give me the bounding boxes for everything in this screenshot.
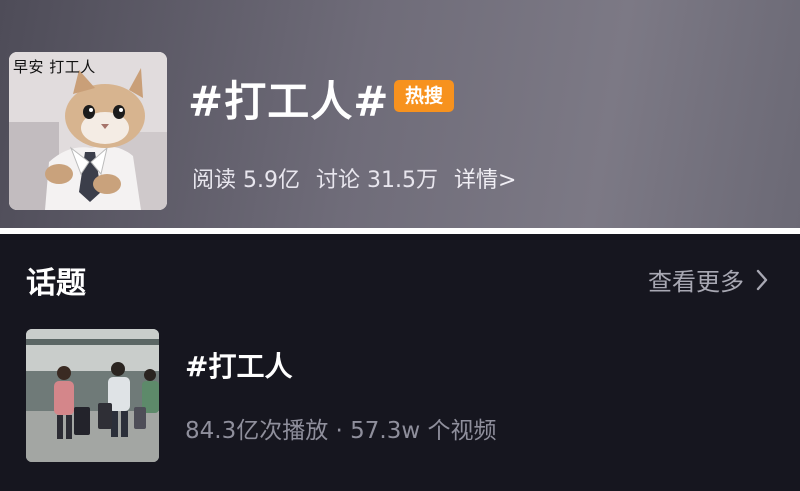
- station-photo-image: [26, 329, 159, 462]
- topic-item-meta: 84.3亿次播放 · 57.3w 个视频: [185, 418, 497, 444]
- topic-title: #打工人#: [188, 77, 390, 126]
- chevron-right-icon: [756, 269, 768, 291]
- read-count: 阅读 5.9亿: [192, 168, 300, 193]
- topic-header: 早安 打工人 #打工人# 热搜 阅读 5.9亿 讨论 31.5万 详情>: [0, 0, 800, 230]
- section-title: 话题: [26, 266, 86, 301]
- details-link[interactable]: 详情>: [454, 162, 516, 194]
- see-more-label: 查看更多: [648, 268, 744, 296]
- discussion-count: 讨论 31.5万: [315, 168, 438, 193]
- topic-stats: 阅读 5.9亿 讨论 31.5万 详情>: [192, 162, 516, 194]
- cover-caption: 早安 打工人: [13, 58, 96, 76]
- see-more-button[interactable]: 查看更多: [648, 262, 768, 297]
- topic-item-title[interactable]: #打工人: [185, 345, 292, 385]
- topic-thumbnail[interactable]: [26, 329, 159, 462]
- topic-cover-image[interactable]: 早安 打工人: [9, 52, 167, 210]
- hot-badge: 热搜: [394, 80, 454, 112]
